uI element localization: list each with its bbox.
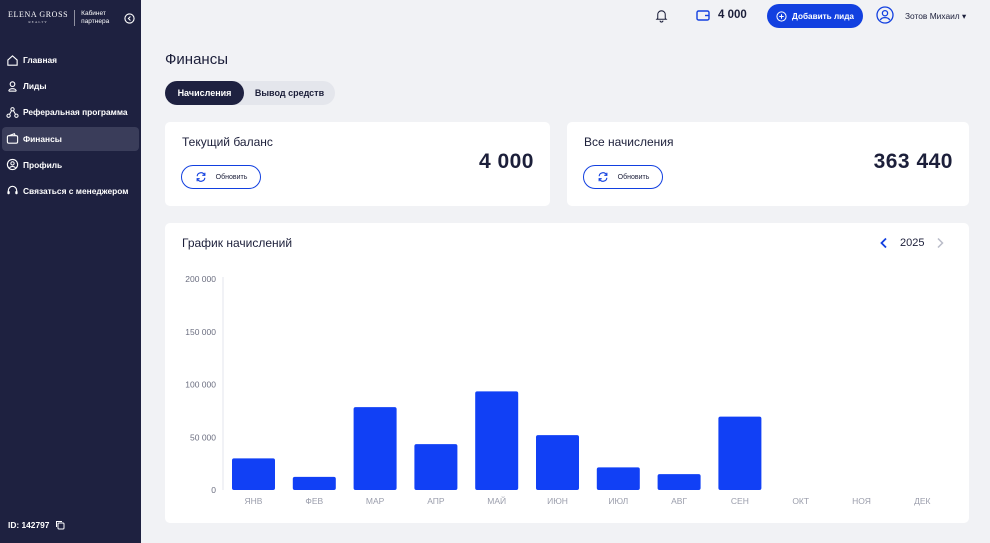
logo: ELENA GROSS REALTY Кабинет партнера (8, 10, 121, 26)
tab-accruals[interactable]: Начисления (165, 81, 244, 105)
bar-8[interactable] (657, 474, 701, 490)
avatar[interactable] (876, 6, 894, 24)
brand-logo: ELENA GROSS REALTY (8, 10, 69, 25)
sidebar-item-label: Финансы (23, 133, 62, 144)
y-tick-label: 150 000 (185, 327, 216, 337)
y-tick-label: 100 000 (185, 380, 216, 390)
refresh-total-button[interactable]: Обновить (583, 165, 663, 189)
refresh-label: Обновить (215, 173, 248, 181)
profile-icon (5, 158, 19, 172)
bar-5[interactable] (475, 391, 519, 490)
balance-card-title: Текущий баланс (182, 135, 273, 149)
x-tick-label: ИЮЛ (608, 496, 628, 506)
y-tick-label: 50 000 (190, 432, 216, 442)
refresh-balance-button[interactable]: Обновить (181, 165, 261, 189)
sidebar-item-contact-manager[interactable]: Связаться с менеджером (2, 179, 139, 203)
bar-7[interactable] (596, 467, 640, 490)
user-id: ID: 142797 (8, 520, 65, 530)
sidebar-item-label: Реферальная программа (23, 107, 128, 118)
sidebar-item-label: Связаться с менеджером (23, 185, 129, 196)
total-card-value: 363 440 (873, 150, 953, 173)
refresh-icon (196, 172, 206, 182)
headset-icon (5, 184, 19, 198)
y-tick-label: 200 000 (185, 274, 216, 284)
bar-3[interactable] (353, 407, 397, 490)
x-tick-label: ОКТ (792, 496, 809, 506)
bar-1[interactable] (232, 458, 275, 490)
x-tick-label: АПР (427, 496, 445, 506)
cabinet-label: Кабинет партнера (81, 10, 110, 25)
refresh-label: Обновить (617, 173, 650, 181)
x-tick-label: ДЕК (914, 496, 930, 506)
x-tick-label: СЕН (731, 496, 749, 506)
total-accruals-card: Все начисления 363 440 Обновить (567, 122, 969, 206)
x-tick-label: ЯНВ (245, 496, 263, 506)
wallet-icon (696, 10, 710, 21)
chart-card: График начислений 2025 0 50 000 100 000 150… (165, 223, 969, 523)
logo-divider (74, 10, 76, 26)
bar-9[interactable] (718, 416, 762, 490)
header-balance: 4 000 (718, 9, 747, 21)
page-title: Финансы (165, 51, 228, 68)
x-tick-label: АВГ (671, 496, 687, 506)
sidebar-item-referral[interactable]: Реферальная программа (2, 100, 139, 124)
collapse-sidebar-icon[interactable] (124, 13, 135, 24)
bar-2[interactable] (292, 476, 336, 490)
plus-circle-icon (776, 10, 787, 22)
home-icon (5, 53, 19, 67)
tabs: Начисления Вывод средств (165, 81, 335, 105)
sidebar: ELENA GROSS REALTY Кабинет партнера Глав… (0, 0, 141, 543)
total-card-title: Все начисления (584, 135, 674, 149)
copy-icon[interactable] (55, 520, 65, 530)
x-tick-label: ИЮН (547, 496, 568, 506)
sidebar-item-profile[interactable]: Профиль (2, 153, 139, 177)
finance-icon (5, 132, 19, 146)
sidebar-nav: Главная Лиды Реферальная программа Финан… (0, 48, 141, 205)
sidebar-item-finance[interactable]: Финансы (2, 126, 139, 151)
x-tick-label: МАР (366, 496, 385, 506)
bar-4[interactable] (414, 444, 458, 490)
sidebar-item-label: Лиды (23, 81, 47, 92)
sidebar-item-leads[interactable]: Лиды (2, 74, 139, 98)
y-tick-label: 0 (211, 485, 216, 495)
sidebar-item-label: Профиль (23, 159, 63, 170)
sidebar-item-home[interactable]: Главная (2, 48, 139, 72)
refresh-icon (598, 172, 608, 182)
x-tick-label: НОЯ (852, 496, 871, 506)
user-menu[interactable]: Зотов Михаил ▾ (905, 11, 966, 21)
tab-withdrawal[interactable]: Вывод средств (244, 81, 335, 105)
x-tick-label: ФЕВ (305, 496, 323, 506)
balance-card-value: 4 000 (478, 150, 534, 173)
user-id-label: ID: 142797 (8, 520, 50, 530)
balance-card: Текущий баланс 4 000 Обновить (165, 122, 550, 206)
sidebar-item-label: Главная (23, 55, 58, 65)
bell-icon[interactable] (654, 8, 669, 23)
leads-icon (5, 79, 19, 93)
add-lead-button[interactable]: Добавить лида (767, 4, 863, 28)
referral-icon (5, 105, 19, 119)
add-lead-label: Добавить лида (792, 11, 854, 21)
accruals-bar-chart: 0 50 000 100 000 150 000 200 000 ЯНВ ФЕВ МАР АПР… (185, 274, 930, 506)
bar-6[interactable] (536, 435, 579, 490)
x-tick-label: МАЙ (487, 495, 506, 506)
